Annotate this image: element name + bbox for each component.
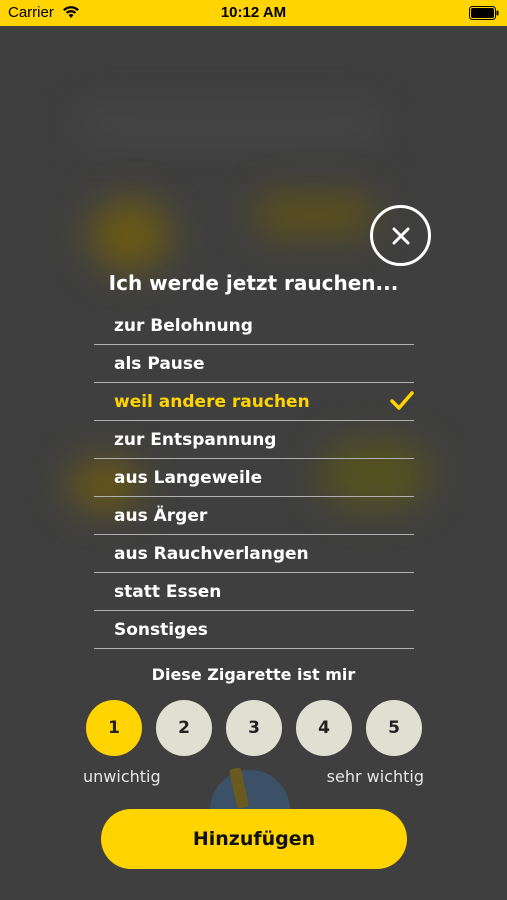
- reason-item-sonstiges[interactable]: Sonstiges: [94, 611, 414, 649]
- rating-button-5[interactable]: 5: [366, 700, 422, 756]
- checkmark-icon: [390, 391, 414, 410]
- reason-label: aus Ärger: [114, 505, 208, 526]
- add-button[interactable]: Hinzufügen: [101, 809, 407, 869]
- reason-item-statt-essen[interactable]: statt Essen: [94, 573, 414, 611]
- reason-label: als Pause: [114, 353, 205, 374]
- reason-label: statt Essen: [114, 581, 222, 602]
- reason-label: zur Entspannung: [114, 429, 277, 450]
- reason-label: zur Belohnung: [114, 315, 253, 336]
- reason-item-aerger[interactable]: aus Ärger: [94, 497, 414, 535]
- close-button[interactable]: [370, 205, 431, 266]
- reason-item-langeweile[interactable]: aus Langeweile: [94, 459, 414, 497]
- reason-item-belohnung[interactable]: zur Belohnung: [94, 307, 414, 345]
- reason-item-andere-rauchen[interactable]: weil andere rauchen: [94, 383, 414, 421]
- background-blur: [90, 200, 170, 270]
- reason-list: zur Belohnung als Pause weil andere rauc…: [94, 307, 414, 649]
- rating-button-2[interactable]: 2: [156, 700, 212, 756]
- background-blur: [80, 110, 380, 140]
- scale-min-label: unwichtig: [83, 767, 161, 786]
- reason-item-pause[interactable]: als Pause: [94, 345, 414, 383]
- scale-max-label: sehr wichtig: [326, 767, 424, 786]
- reason-label: weil andere rauchen: [114, 391, 310, 412]
- status-bar: Carrier 10:12 AM: [0, 0, 507, 26]
- background-blur: [255, 195, 375, 235]
- importance-label: Diese Zigarette ist mir: [151, 665, 356, 684]
- battery-icon: [469, 6, 499, 20]
- rating-button-4[interactable]: 4: [296, 700, 352, 756]
- modal-title: Ich werde jetzt rauchen...: [108, 271, 399, 295]
- reason-label: aus Rauchverlangen: [114, 543, 309, 564]
- close-icon: [392, 227, 409, 244]
- status-time: 10:12 AM: [220, 4, 287, 21]
- rating-button-3[interactable]: 3: [226, 700, 282, 756]
- reason-label: aus Langeweile: [114, 467, 263, 488]
- reason-label: Sonstiges: [114, 619, 208, 640]
- reason-item-rauchverlangen[interactable]: aus Rauchverlangen: [94, 535, 414, 573]
- rating-button-1[interactable]: 1: [86, 700, 142, 756]
- reason-item-entspannung[interactable]: zur Entspannung: [94, 421, 414, 459]
